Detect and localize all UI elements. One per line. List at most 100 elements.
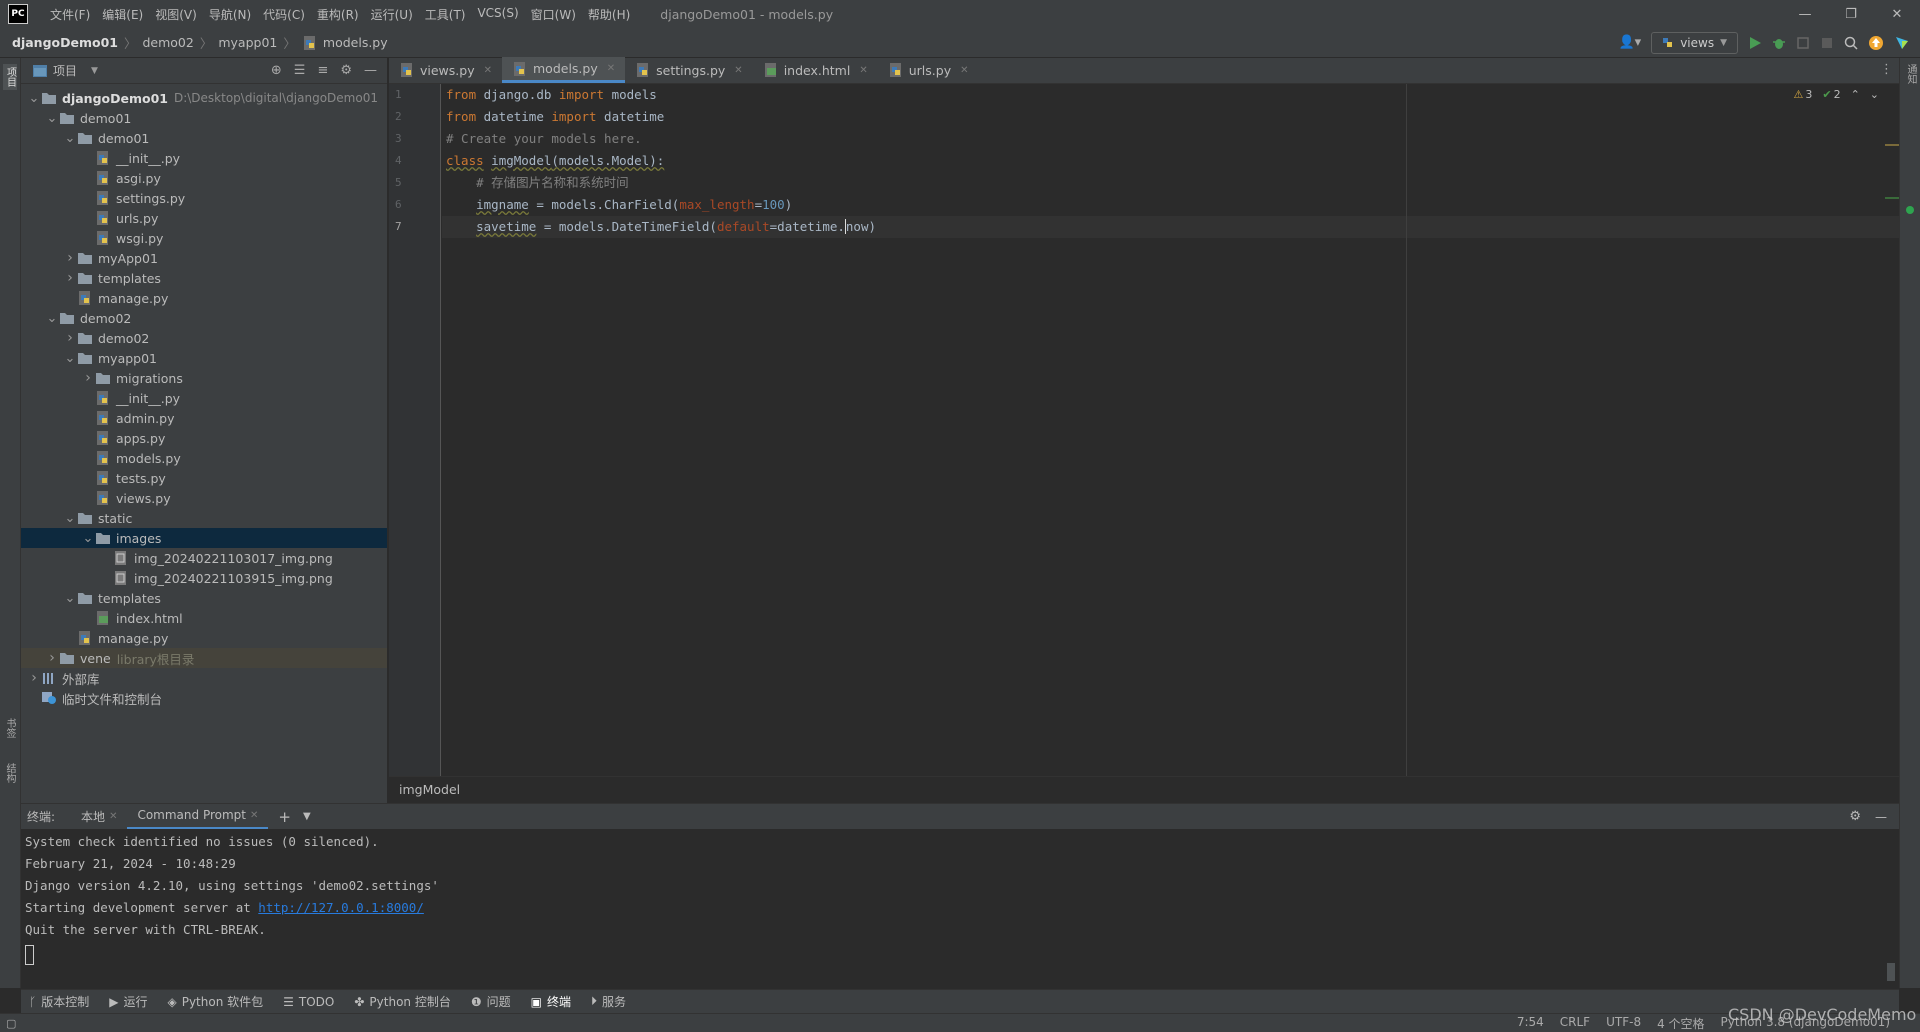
run-configuration-select[interactable]: views ▼: [1651, 31, 1738, 54]
inspection-widget[interactable]: ⚠ 3 ✔ 2 ⌃ ⌄: [1793, 88, 1879, 101]
tree-item[interactable]: settings.py: [21, 188, 387, 208]
add-terminal-icon[interactable]: +: [278, 808, 291, 826]
warning-stripe-marker[interactable]: [1885, 144, 1899, 146]
menu-code[interactable]: 代码(C): [257, 6, 311, 23]
bookmarks-tool-button[interactable]: 书签: [3, 718, 17, 748]
previous-highlight-icon[interactable]: ⌃: [1851, 88, 1860, 101]
close-icon[interactable]: ✕: [607, 63, 615, 74]
close-icon[interactable]: ✕: [734, 65, 742, 76]
gear-icon[interactable]: ⚙: [1849, 809, 1861, 824]
run-icon[interactable]: [1748, 36, 1762, 50]
tree-item[interactable]: › migrations: [21, 368, 387, 388]
notifications-tool-button[interactable]: 通知: [1904, 64, 1918, 104]
hide-panel-icon[interactable]: —: [1875, 810, 1887, 824]
server-url-link[interactable]: http://127.0.0.1:8000/: [258, 900, 424, 915]
chevron-down-icon[interactable]: ⌄: [63, 351, 77, 366]
minimize-icon[interactable]: —: [1782, 0, 1828, 28]
gear-icon[interactable]: ⚙: [340, 63, 352, 78]
menu-tools[interactable]: 工具(T): [419, 6, 472, 23]
menu-file[interactable]: 文件(F): [44, 6, 96, 23]
coverage-icon[interactable]: [1796, 36, 1810, 50]
menu-edit[interactable]: 编辑(E): [96, 6, 149, 23]
crumb-demo02[interactable]: demo02: [142, 35, 193, 50]
collapse-all-icon[interactable]: ≡: [317, 63, 328, 78]
tree-item[interactable]: img_20240221103915_img.png: [21, 568, 387, 588]
caret-position[interactable]: 7:54: [1517, 1015, 1544, 1032]
chevron-right-icon[interactable]: ›: [63, 270, 77, 286]
update-icon[interactable]: [1868, 35, 1884, 51]
chevron-down-icon[interactable]: ⌄: [81, 531, 95, 546]
debug-icon[interactable]: [1772, 36, 1786, 50]
chevron-right-icon[interactable]: ›: [81, 370, 95, 386]
tree-item[interactable]: ⌄ demo01: [21, 128, 387, 148]
chevron-down-icon[interactable]: ▼: [303, 811, 311, 822]
menu-window[interactable]: 窗口(W): [525, 6, 582, 23]
terminal-output[interactable]: System check identified no issues (0 sil…: [21, 829, 1899, 989]
change-stripe-marker[interactable]: [1885, 197, 1899, 199]
tool-terminal[interactable]: ▣ 终端: [531, 993, 571, 1010]
structure-tool-button[interactable]: 结构: [3, 763, 17, 793]
project-panel-title[interactable]: 项目: [53, 62, 77, 79]
menu-navigate[interactable]: 导航(N): [203, 6, 257, 23]
tree-item[interactable]: views.py: [21, 488, 387, 508]
chevron-down-icon[interactable]: ⌄: [45, 111, 59, 126]
chevron-down-icon[interactable]: ⌄: [27, 91, 41, 106]
tree-item[interactable]: ⌄ images: [21, 528, 387, 548]
tree-item[interactable]: 临时文件和控制台: [21, 688, 387, 708]
stop-icon[interactable]: [1820, 36, 1834, 50]
next-highlight-icon[interactable]: ⌄: [1870, 88, 1879, 101]
terminal-tab-local[interactable]: 本地 ✕: [71, 804, 127, 830]
chevron-down-icon[interactable]: ⌄: [45, 311, 59, 326]
tool-vcs[interactable]: ᚴ 版本控制: [29, 993, 89, 1010]
tool-python-packages[interactable]: ◈ Python 软件包: [167, 993, 263, 1010]
menu-view[interactable]: 视图(V): [149, 6, 203, 23]
hide-panel-icon[interactable]: —: [364, 63, 377, 78]
editor-tab[interactable]: index.html ✕: [753, 57, 878, 83]
close-icon[interactable]: ✕: [484, 65, 492, 76]
tool-todo[interactable]: ☰ TODO: [283, 995, 334, 1009]
tree-item[interactable]: img_20240221103017_img.png: [21, 548, 387, 568]
more-tabs-icon[interactable]: ⋮: [1880, 62, 1893, 77]
tree-item[interactable]: ⌄ demo02: [21, 308, 387, 328]
tree-item[interactable]: tests.py: [21, 468, 387, 488]
tree-item[interactable]: › demo02: [21, 328, 387, 348]
line-separator[interactable]: CRLF: [1560, 1015, 1590, 1032]
restore-icon[interactable]: ❐: [1828, 0, 1874, 28]
tree-item[interactable]: models.py: [21, 448, 387, 468]
close-icon[interactable]: ✕: [859, 65, 867, 76]
close-icon[interactable]: ✕: [1874, 0, 1920, 28]
chevron-down-icon[interactable]: ▼: [91, 66, 98, 76]
tree-item[interactable]: index.html: [21, 608, 387, 628]
tool-problems[interactable]: ❶ 问题: [471, 993, 511, 1010]
tool-services[interactable]: ⏵ 服务: [591, 993, 626, 1010]
user-account-icon[interactable]: 👤▾: [1618, 35, 1641, 50]
locate-file-icon[interactable]: ⊕: [271, 63, 282, 78]
editor-tab[interactable]: views.py ✕: [389, 57, 502, 83]
expand-all-icon[interactable]: ☰: [294, 63, 306, 78]
tree-item[interactable]: manage.py: [21, 288, 387, 308]
tree-item[interactable]: › vene library根目录: [21, 648, 387, 668]
tree-item[interactable]: admin.py: [21, 408, 387, 428]
tree-item[interactable]: › myApp01: [21, 248, 387, 268]
menu-run[interactable]: 运行(U): [365, 6, 419, 23]
tree-item[interactable]: manage.py: [21, 628, 387, 648]
editor-breadcrumb-class[interactable]: imgModel: [399, 782, 460, 797]
chevron-right-icon[interactable]: ›: [45, 650, 59, 666]
tree-item[interactable]: urls.py: [21, 208, 387, 228]
tool-run[interactable]: ▶ 运行: [109, 993, 147, 1010]
tool-python-console[interactable]: ✤ Python 控制台: [354, 993, 450, 1010]
tree-item[interactable]: › templates: [21, 268, 387, 288]
chevron-right-icon[interactable]: ›: [63, 250, 77, 266]
menu-refactor[interactable]: 重构(R): [311, 6, 365, 23]
tree-item[interactable]: wsgi.py: [21, 228, 387, 248]
tree-item[interactable]: ⌄ demo01: [21, 108, 387, 128]
project-tool-button[interactable]: 项目: [3, 64, 17, 90]
code-editor[interactable]: from django.db import models from dateti…: [442, 84, 1899, 776]
chevron-right-icon[interactable]: ›: [27, 670, 41, 686]
jetbrains-toolbox-icon[interactable]: [1894, 35, 1910, 51]
editor-tab[interactable]: settings.py ✕: [625, 57, 753, 83]
close-icon[interactable]: ✕: [109, 811, 117, 822]
indent-setting[interactable]: 4 个空格: [1657, 1015, 1704, 1032]
crumb-project[interactable]: djangoDemo01: [12, 35, 118, 50]
tree-item[interactable]: ⌄ templates: [21, 588, 387, 608]
